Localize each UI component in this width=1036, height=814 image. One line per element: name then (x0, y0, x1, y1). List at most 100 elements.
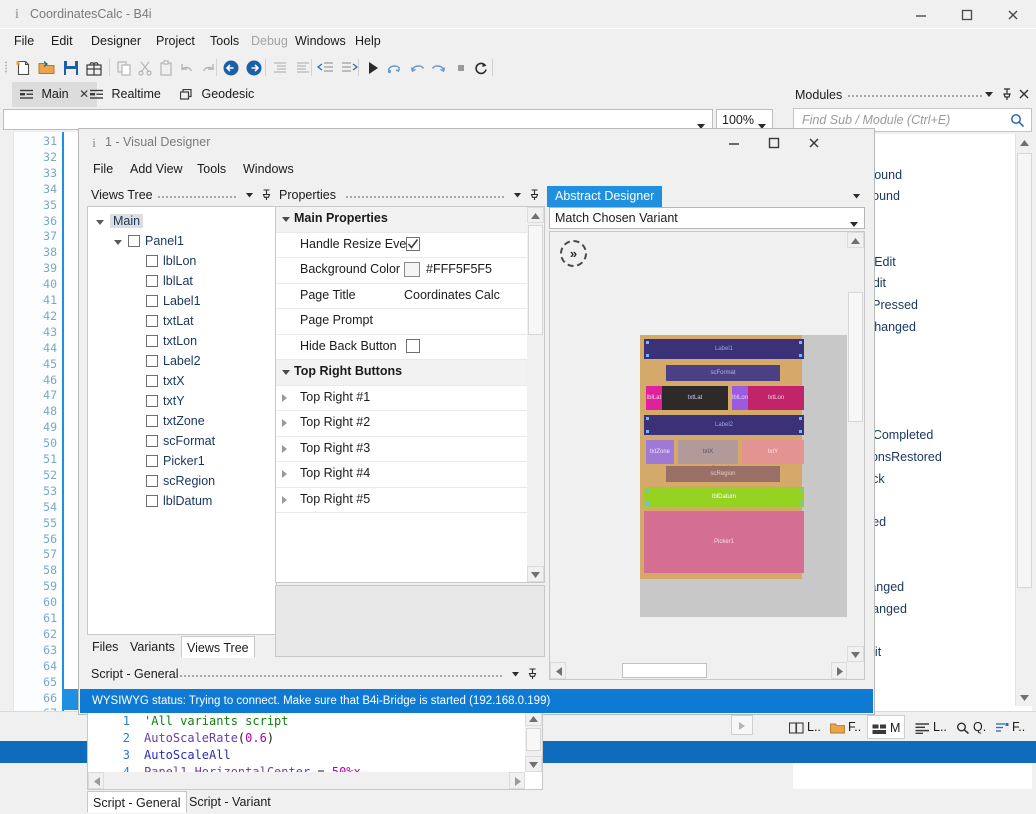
tab-views-tree[interactable]: Views Tree (181, 636, 255, 658)
scroll-left-icon[interactable] (88, 772, 104, 789)
close-icon[interactable] (1017, 87, 1033, 103)
property-row[interactable]: Background Color#FFF5F5F5 (276, 258, 544, 284)
tab-realtime[interactable]: Realtime (82, 82, 169, 107)
views-tree-node[interactable]: Label1 (88, 292, 276, 312)
new-file-icon[interactable] (12, 57, 33, 78)
minimize-icon[interactable] (714, 129, 754, 157)
scroll-left-icon[interactable] (550, 662, 566, 679)
node-checkbox[interactable] (146, 415, 158, 427)
device-preview[interactable]: Panel1Label1scFormatlblLattxtLatlblLontx… (640, 335, 865, 617)
bottom-scroll-right-icon[interactable] (731, 715, 753, 735)
dialog-menu-tools[interactable]: Tools (190, 160, 233, 178)
node-checkbox[interactable] (146, 335, 158, 347)
bottom-tab-modules[interactable]: M (867, 715, 905, 739)
step-into-icon[interactable] (406, 57, 427, 78)
tab-files[interactable]: Files (87, 636, 123, 658)
pin-icon[interactable] (260, 188, 275, 203)
scroll-down-icon[interactable] (847, 646, 864, 662)
tab-variants[interactable]: Variants (125, 636, 180, 658)
views-tree-node[interactable]: Main (88, 212, 276, 232)
script-editor[interactable]: 4Panel1.HorizontalCenter = 50%x3AutoScal… (87, 709, 543, 790)
chevron-down-icon[interactable] (982, 87, 998, 103)
node-checkbox[interactable] (146, 315, 158, 327)
views-tree[interactable]: MainPanel1lblLonlblLatLabel1txtLattxtLon… (87, 206, 277, 635)
menu-edit[interactable]: Edit (44, 32, 80, 50)
resize-handle[interactable] (799, 430, 802, 433)
designer-view-txtlat[interactable]: txtLat (662, 386, 728, 410)
back-icon[interactable] (220, 57, 241, 78)
variant-match-combo[interactable]: Match Chosen Variant (549, 207, 865, 229)
bottom-tab-logs[interactable]: L.. (911, 715, 951, 739)
expander-triangle-icon[interactable] (96, 220, 104, 225)
scrollbar-thumb[interactable] (1017, 153, 1032, 588)
save-icon[interactable] (60, 57, 81, 78)
close-icon[interactable] (794, 129, 834, 157)
minimize-icon[interactable] (898, 0, 944, 29)
scroll-up-icon[interactable] (847, 232, 864, 248)
tab-abstract-designer[interactable]: Abstract Designer (547, 186, 662, 207)
property-group-row[interactable]: Top Right Buttons (276, 360, 544, 386)
open-folder-icon[interactable] (36, 57, 57, 78)
views-tree-node[interactable]: txtLat (88, 312, 276, 332)
bottom-tab-libraries[interactable]: L.. (785, 715, 825, 739)
property-checkbox[interactable] (406, 339, 420, 353)
modules-scrollbar[interactable] (1015, 134, 1032, 706)
expand-views-chip[interactable]: » (560, 240, 587, 267)
designer-view-picker1[interactable]: Picker1 (644, 511, 804, 573)
scrollbar-thumb[interactable] (848, 292, 863, 422)
maximize-icon[interactable] (754, 129, 794, 157)
resize-handle[interactable] (646, 341, 649, 344)
property-group-row[interactable]: Main Properties (276, 207, 544, 233)
scroll-right-icon[interactable] (831, 662, 847, 679)
resize-handle[interactable] (799, 341, 802, 344)
designer-view-txtzone[interactable]: txtZone (646, 440, 674, 464)
dialog-menu-windows[interactable]: Windows (236, 160, 301, 178)
scroll-up-icon[interactable] (1016, 134, 1032, 151)
views-tree-node[interactable]: scFormat (88, 432, 276, 452)
views-tree-node[interactable]: txtY (88, 392, 276, 412)
designer-view-txtx[interactable]: txtX (678, 440, 738, 464)
node-checkbox[interactable] (146, 395, 158, 407)
abstract-designer-canvas[interactable]: » Panel1Label1scFormatlblLattxtLatlblLon… (549, 231, 865, 680)
designer-view-lbllat[interactable]: lblLat (646, 386, 662, 410)
bottom-tab-filter[interactable]: F.. (991, 715, 1029, 739)
views-tree-node[interactable]: txtZone (88, 412, 276, 432)
resize-handle[interactable] (799, 502, 802, 505)
views-tree-node[interactable]: lblDatum (88, 492, 276, 512)
designer-view-label1[interactable]: Label1 (644, 339, 804, 359)
property-row[interactable]: Top Right #1 (276, 386, 544, 412)
views-tree-node[interactable]: txtLon (88, 332, 276, 352)
color-swatch[interactable] (404, 262, 420, 277)
property-row[interactable]: Page Prompt (276, 309, 544, 335)
tab-script-general[interactable]: Script - General (87, 791, 187, 813)
expander-triangle-icon[interactable] (114, 240, 122, 245)
tab-geodesic[interactable]: Geodesic (172, 82, 262, 107)
properties-scrollbar[interactable] (527, 207, 544, 582)
step-out-icon[interactable] (428, 57, 449, 78)
property-row[interactable]: Handle Resize Ever (276, 233, 544, 259)
designer-view-lbllon[interactable]: lblLon (732, 386, 748, 410)
canvas-vscrollbar[interactable] (847, 232, 864, 662)
step-over-icon[interactable] (383, 57, 404, 78)
views-tree-node[interactable]: Label2 (88, 352, 276, 372)
menu-project[interactable]: Project (149, 32, 202, 50)
scroll-down-icon[interactable] (1016, 689, 1032, 706)
node-checkbox[interactable] (146, 295, 158, 307)
views-tree-node[interactable]: lblLat (88, 272, 276, 292)
node-checkbox[interactable] (146, 435, 158, 447)
member-combo[interactable] (3, 109, 713, 130)
run-icon[interactable] (362, 57, 383, 78)
designer-view-txty[interactable]: txtY (742, 440, 804, 464)
node-checkbox[interactable] (146, 275, 158, 287)
property-row[interactable]: Top Right #2 (276, 411, 544, 437)
menu-help[interactable]: Help (348, 32, 388, 50)
chevron-down-icon[interactable] (509, 667, 524, 682)
scroll-down-icon[interactable] (525, 756, 542, 772)
node-checkbox[interactable] (146, 255, 158, 267)
property-row[interactable]: Page TitleCoordinates Calc (276, 284, 544, 310)
dialog-menu-file[interactable]: File (86, 160, 120, 178)
property-row[interactable]: Top Right #5 (276, 488, 544, 514)
node-checkbox[interactable] (146, 355, 158, 367)
views-tree-node[interactable]: Picker1 (88, 452, 276, 472)
designer-view-lbldatum[interactable]: lblDatum (644, 487, 804, 507)
